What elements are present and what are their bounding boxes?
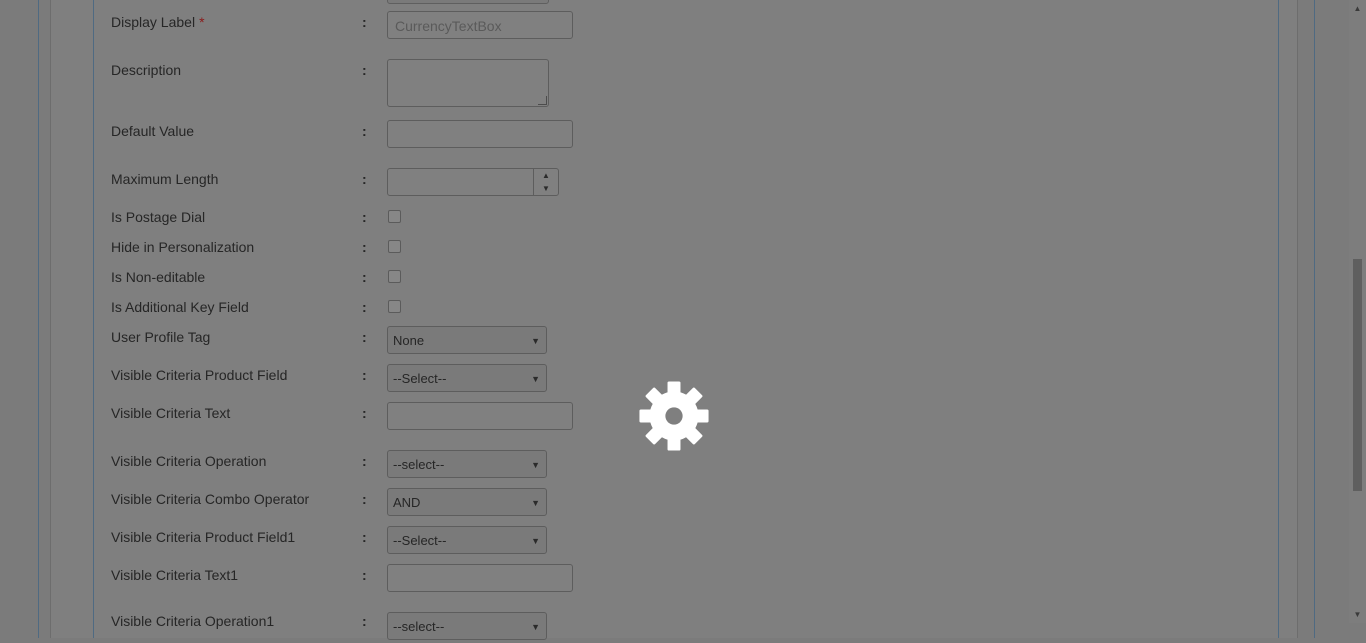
visible-criteria-product-field1-label: Visible Criteria Product Field1 [111,529,296,545]
colon: : [362,171,367,187]
is-additional-key-field-row: Is Additional Key Field : [111,299,711,329]
chevron-down-icon: ▼ [531,622,540,632]
colon: : [362,613,367,629]
colon: : [362,14,367,30]
visible-criteria-product-field1-row: Visible Criteria Product Field1 : --Sele… [111,526,711,559]
required-asterisk: * [199,14,205,30]
scrollbar-thumb[interactable] [1353,259,1362,491]
description-textarea[interactable] [387,59,549,107]
user-profile-tag-label: User Profile Tag [111,329,211,345]
visible-criteria-operation1-row: Visible Criteria Operation1 : --select--… [111,612,711,643]
resize-grip-icon[interactable] [538,96,547,105]
chevron-down-icon: ▼ [531,460,540,470]
colon: : [362,453,367,469]
visible-criteria-text-label: Visible Criteria Text [111,405,231,421]
description-row: Description : [111,59,711,107]
visible-criteria-text-row: Visible Criteria Text : [111,402,711,435]
scroll-up-icon[interactable]: ▲ [1349,0,1366,17]
chevron-down-icon: ▼ [531,336,540,346]
colon: : [362,123,367,139]
visible-criteria-text1-input[interactable] [387,564,573,592]
visible-criteria-product-field1-select[interactable]: --Select-- ▼ [387,526,547,554]
colon: : [362,491,367,507]
is-non-editable-row: Is Non-editable : [111,269,711,299]
visible-criteria-combo-operator-row: Visible Criteria Combo Operator : AND ▼ [111,488,711,521]
is-non-editable-checkbox[interactable] [388,270,401,283]
colon: : [362,405,367,421]
colon: : [362,209,367,225]
maximum-length-stepper[interactable]: ▲ ▼ [387,168,559,196]
display-label-row: Display Label * : CurrencyTextBox [111,11,711,44]
colon: : [362,62,367,78]
is-postage-dial-row: Is Postage Dial : [111,209,711,239]
visible-criteria-combo-operator-label: Visible Criteria Combo Operator [111,491,310,507]
partial-control-top[interactable] [387,0,549,4]
maximum-length-label: Maximum Length [111,171,219,187]
chevron-down-icon: ▼ [531,374,540,384]
visible-criteria-product-field-label: Visible Criteria Product Field [111,367,288,383]
colon: : [362,567,367,583]
hide-in-personalization-row: Hide in Personalization : [111,239,711,269]
default-value-input[interactable] [387,120,573,148]
colon: : [362,239,367,255]
colon: : [362,299,367,315]
gear-icon [639,381,709,451]
colon: : [362,529,367,545]
visible-criteria-operation1-select[interactable]: --select-- ▼ [387,612,547,640]
visible-criteria-operation1-label: Visible Criteria Operation1 [111,613,275,629]
maximum-length-row: Maximum Length : ▲ ▼ [111,168,711,201]
colon: : [362,269,367,285]
visible-criteria-text-input[interactable] [387,402,573,430]
visible-criteria-product-field-select[interactable]: --Select-- ▼ [387,364,547,392]
is-postage-dial-checkbox[interactable] [388,210,401,223]
hide-in-personalization-checkbox[interactable] [388,240,401,253]
hide-in-personalization-label: Hide in Personalization [111,239,255,255]
spin-down-icon[interactable]: ▼ [534,182,558,195]
spin-up-icon[interactable]: ▲ [534,169,558,182]
visible-criteria-operation-select[interactable]: --select-- ▼ [387,450,547,478]
visible-criteria-operation-label: Visible Criteria Operation [111,453,267,469]
is-additional-key-field-checkbox[interactable] [388,300,401,313]
visible-criteria-operation-row: Visible Criteria Operation : --select-- … [111,450,711,483]
is-additional-key-field-label: Is Additional Key Field [111,299,249,315]
chevron-down-icon: ▼ [531,536,540,546]
user-profile-tag-select[interactable]: None ▼ [387,326,547,354]
visible-criteria-text1-row: Visible Criteria Text1 : [111,564,711,597]
display-label-input[interactable]: CurrencyTextBox [387,11,573,39]
user-profile-tag-row: User Profile Tag : None ▼ [111,326,711,359]
description-label: Description [111,62,182,78]
vertical-scrollbar[interactable]: ▲ ▼ [1349,0,1366,623]
visible-criteria-combo-operator-select[interactable]: AND ▼ [387,488,547,516]
colon: : [362,329,367,345]
is-postage-dial-label: Is Postage Dial [111,209,206,225]
display-label-label: Display Label * [111,14,205,30]
visible-criteria-product-field-row: Visible Criteria Product Field : --Selec… [111,364,711,397]
default-value-label: Default Value [111,123,195,139]
chevron-down-icon: ▼ [531,498,540,508]
scroll-down-icon[interactable]: ▼ [1349,606,1366,623]
default-value-row: Default Value : [111,120,711,153]
visible-criteria-text1-label: Visible Criteria Text1 [111,567,239,583]
is-non-editable-label: Is Non-editable [111,269,206,285]
colon: : [362,367,367,383]
